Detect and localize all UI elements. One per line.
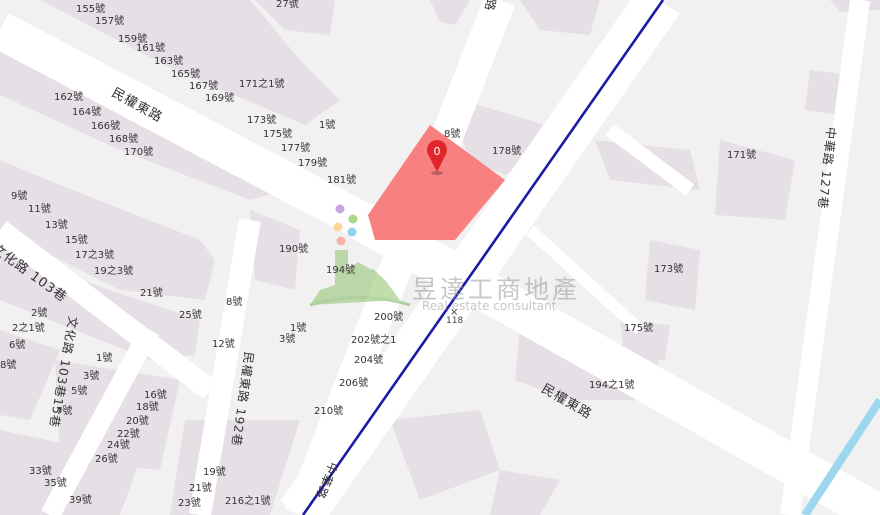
address-label: 16號	[144, 390, 167, 401]
address-label: 163號	[154, 56, 184, 67]
address-label: 169號	[205, 93, 235, 104]
address-label: 23號	[178, 498, 201, 509]
address-label: 175號	[263, 129, 293, 140]
address-label: 170號	[124, 147, 154, 158]
address-label: 18號	[136, 402, 159, 413]
address-label: 171之1號	[239, 79, 285, 90]
address-label: 17之3號	[75, 250, 115, 261]
address-label: 13號	[45, 220, 68, 231]
address-label: 3號	[279, 334, 296, 345]
address-label: 216之1號	[225, 496, 271, 507]
address-label: 1號	[319, 120, 336, 131]
address-label: 1號	[290, 323, 307, 334]
address-label: 11號	[28, 204, 51, 215]
address-label: 173號	[654, 264, 684, 275]
address-label: 155號	[76, 4, 106, 15]
address-label: 8號	[444, 129, 461, 140]
address-label: 19號	[203, 467, 226, 478]
address-label: 165號	[171, 69, 201, 80]
address-label: 20號	[126, 416, 149, 427]
address-label: 22號	[117, 429, 140, 440]
address-label: 166號	[91, 121, 121, 132]
address-label: 6號	[9, 340, 26, 351]
address-label: 2之1號	[12, 323, 45, 334]
address-label: 26號	[95, 454, 118, 465]
address-label: 8號	[226, 297, 243, 308]
address-label: 167號	[189, 81, 219, 92]
address-label: 171號	[727, 150, 757, 161]
address-label: 157號	[95, 16, 125, 27]
address-label: 2號	[31, 308, 48, 319]
address-label: 177號	[281, 143, 311, 154]
address-label: 181號	[327, 175, 357, 186]
address-label: 19之3號	[94, 266, 134, 277]
address-label: 200號	[374, 312, 404, 323]
address-label: 8號	[0, 360, 17, 371]
address-label: 204號	[354, 355, 384, 366]
address-label: 25號	[179, 310, 202, 321]
address-label: 190號	[279, 244, 309, 255]
address-label: 168號	[109, 134, 139, 145]
address-label: 33號	[29, 466, 52, 477]
address-label: 162號	[54, 92, 84, 103]
address-label: 39號	[69, 495, 92, 506]
address-label: 179號	[298, 158, 328, 169]
address-label: 3號	[83, 371, 100, 382]
map-canvas[interactable]: 昱達工商地產 Real estate consultant 0 × 118 民權…	[0, 0, 880, 515]
address-label: 9號	[11, 191, 28, 202]
address-label: 202號之1	[351, 335, 397, 346]
address-label: 194號	[326, 265, 356, 276]
address-label: 1號	[96, 353, 113, 364]
address-label: 21號	[189, 483, 212, 494]
address-label: 35號	[44, 478, 67, 489]
address-label: 164號	[72, 107, 102, 118]
coordinate-marker: 118	[446, 316, 464, 326]
address-label: 15號	[65, 235, 88, 246]
address-label: 27號	[276, 0, 299, 10]
address-label: 161號	[136, 43, 166, 54]
map-pin-label: 0	[434, 145, 441, 158]
address-label: 5號	[71, 386, 88, 397]
address-label: 175號	[624, 323, 654, 334]
address-label: 178號	[492, 146, 522, 157]
address-label: 12號	[212, 339, 235, 350]
address-label: 206號	[339, 378, 369, 389]
address-label: 7號	[56, 406, 73, 417]
address-label: 210號	[314, 406, 344, 417]
address-label: 173號	[247, 115, 277, 126]
address-label: 194之1號	[589, 380, 635, 391]
address-label: 24號	[107, 440, 130, 451]
address-label: 21號	[140, 288, 163, 299]
